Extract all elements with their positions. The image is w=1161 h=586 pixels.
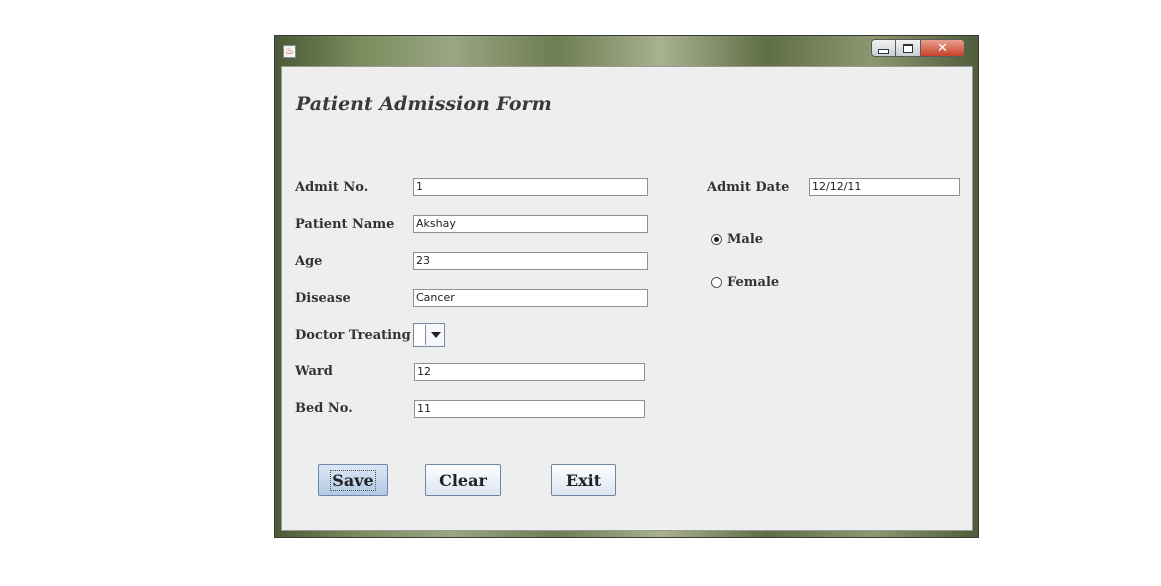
- admit-date-field[interactable]: 12/12/11: [809, 178, 960, 196]
- application-window: ♨ ✕ Patient Admission Form Admit No. 1 P…: [274, 35, 979, 538]
- gender-male-radio[interactable]: Male: [711, 232, 763, 247]
- patient-name-field[interactable]: Akshay: [413, 215, 648, 233]
- ward-label: Ward: [295, 364, 333, 379]
- doctor-treating-dropdown[interactable]: [413, 323, 445, 347]
- doctor-treating-label: Doctor Treating: [295, 328, 411, 343]
- doctor-treating-value: [415, 325, 426, 345]
- chevron-down-icon[interactable]: [431, 332, 441, 338]
- save-button-label: Save: [330, 469, 376, 491]
- bed-no-field[interactable]: 11: [414, 400, 645, 418]
- ward-field[interactable]: 12: [414, 363, 645, 381]
- close-icon: ✕: [937, 40, 948, 56]
- radio-selected-icon: [711, 234, 722, 245]
- admit-no-label: Admit No.: [295, 180, 369, 195]
- clear-button-label: Clear: [439, 470, 487, 490]
- title-bar[interactable]: ♨ ✕: [275, 36, 978, 66]
- form-title: Patient Admission Form: [296, 93, 552, 115]
- close-button[interactable]: ✕: [921, 39, 965, 57]
- clear-button[interactable]: Clear: [425, 464, 501, 496]
- minimize-button[interactable]: [871, 39, 896, 57]
- gender-male-label: Male: [727, 232, 764, 247]
- age-label: Age: [295, 254, 323, 269]
- admit-date-label: Admit Date: [707, 180, 790, 195]
- maximize-icon: [903, 43, 913, 53]
- exit-button-label: Exit: [565, 470, 602, 490]
- minimize-icon: [878, 48, 889, 54]
- gender-female-label: Female: [727, 275, 780, 290]
- java-cup-icon[interactable]: ♨: [283, 45, 296, 58]
- gender-female-radio[interactable]: Female: [711, 275, 779, 290]
- age-field[interactable]: 23: [413, 252, 648, 270]
- disease-field[interactable]: Cancer: [413, 289, 648, 307]
- form-panel: Patient Admission Form Admit No. 1 Patie…: [281, 66, 973, 531]
- patient-name-label: Patient Name: [295, 217, 395, 232]
- admit-no-field[interactable]: 1: [413, 178, 648, 196]
- save-button[interactable]: Save: [318, 464, 388, 496]
- exit-button[interactable]: Exit: [551, 464, 616, 496]
- radio-unselected-icon: [711, 277, 722, 288]
- disease-label: Disease: [295, 291, 351, 306]
- maximize-button[interactable]: [896, 39, 921, 57]
- bed-no-label: Bed No.: [295, 401, 353, 416]
